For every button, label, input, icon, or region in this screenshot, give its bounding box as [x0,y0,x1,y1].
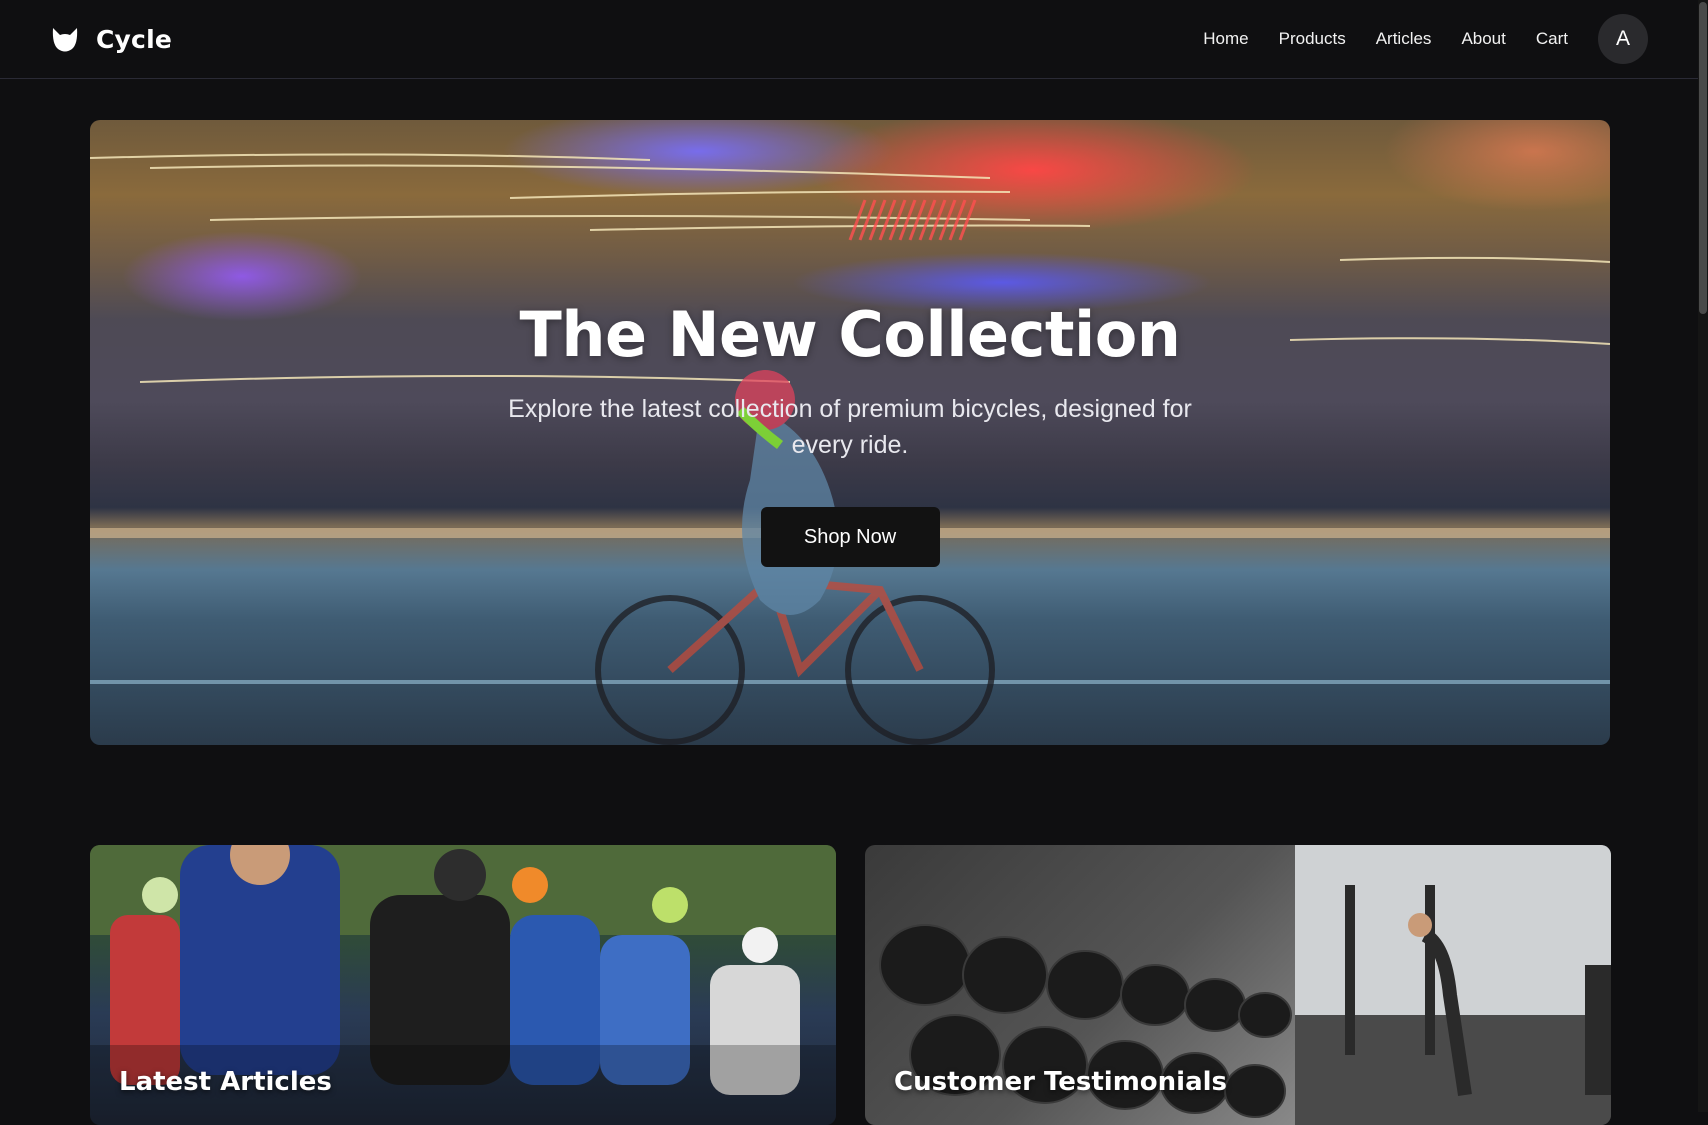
brand-name: Cycle [96,24,172,54]
scrollbar[interactable] [1698,0,1708,1112]
customer-testimonials-title: Customer Testimonials [894,1067,1227,1097]
hero-content: The New Collection Explore the latest co… [90,120,1610,745]
nav-about[interactable]: About [1461,29,1505,49]
latest-articles-title: Latest Articles [119,1067,332,1097]
nav-articles[interactable]: Articles [1376,29,1432,49]
brand[interactable]: Cycle [50,24,172,54]
nav-cart[interactable]: Cart [1536,29,1568,49]
user-avatar[interactable]: A [1598,14,1648,64]
latest-articles-card[interactable]: Latest Articles [90,845,836,1125]
top-navbar: Cycle Home Products Articles About Cart … [0,0,1698,79]
shop-now-button[interactable]: Shop Now [760,507,940,567]
hero-subtitle: Explore the latest collection of premium… [508,395,1192,459]
nav-links: Home Products Articles About Cart A [1203,14,1648,64]
scrollbar-thumb[interactable] [1699,2,1707,314]
hero-title: The New Collection [519,298,1181,371]
customer-testimonials-card[interactable]: Customer Testimonials [865,845,1611,1125]
nav-products[interactable]: Products [1279,29,1346,49]
nav-home[interactable]: Home [1203,29,1248,49]
hero-banner: The New Collection Explore the latest co… [90,120,1610,745]
cat-ears-icon [52,28,78,52]
